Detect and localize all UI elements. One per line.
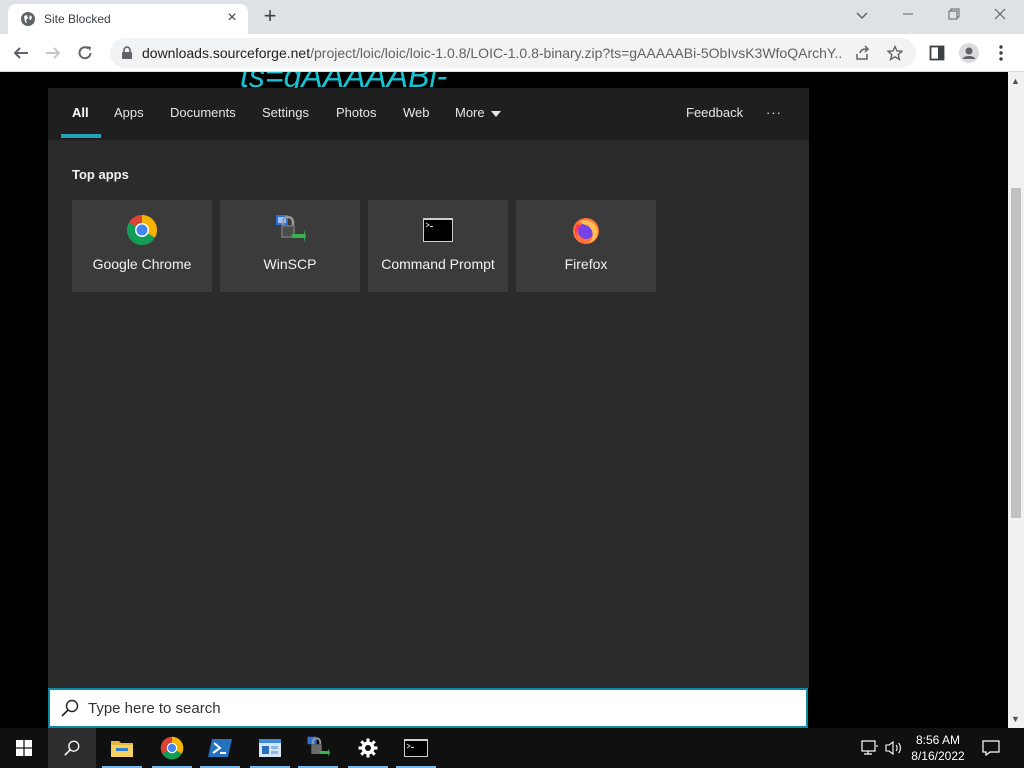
volume-icon: [885, 740, 901, 756]
windows-taskbar: 8:56 AM 8/16/2022: [0, 728, 1024, 768]
firefox-icon: [573, 218, 599, 244]
start-button[interactable]: [0, 728, 48, 768]
taskbar-search-box[interactable]: [48, 688, 808, 728]
taskbar-settings[interactable]: [344, 728, 392, 768]
url-text[interactable]: downloads.sourceforge.net/project/loic/l…: [142, 45, 842, 61]
app-tile-firefox[interactable]: Firefox: [516, 200, 656, 292]
chrome-icon: [160, 736, 184, 760]
tab-photos[interactable]: Photos: [336, 88, 376, 140]
tab-more-label: More: [455, 105, 485, 120]
tab-title: Site Blocked: [44, 12, 111, 26]
tab-apps[interactable]: Apps: [114, 88, 144, 140]
tab-search-button[interactable]: [842, 4, 882, 26]
clock-date: 8/16/2022: [911, 749, 965, 763]
menu-button[interactable]: [988, 40, 1014, 66]
tab-web[interactable]: Web: [403, 88, 430, 140]
app-tile-label: WinSCP: [263, 256, 317, 272]
restore-icon: [948, 8, 960, 20]
app-tile-label: Google Chrome: [92, 256, 192, 272]
network-icon: [861, 740, 878, 755]
arrow-left-icon: [13, 47, 28, 59]
server-manager-icon: [259, 739, 281, 757]
minimize-button[interactable]: [888, 4, 928, 26]
side-panel-icon: [929, 45, 945, 61]
notification-icon: [982, 740, 1000, 756]
star-icon: [887, 45, 903, 61]
taskbar-winscp[interactable]: [294, 728, 342, 768]
gear-icon: [358, 738, 378, 758]
chevron-down-icon: [856, 12, 868, 20]
taskbar-command-prompt[interactable]: [392, 728, 440, 768]
url-path: /project/loic/loic/loic-1.0.8/LOIC-1.0.8…: [310, 45, 842, 61]
scroll-thumb[interactable]: [1011, 188, 1021, 518]
page-scrollbar[interactable]: ▲ ▼: [1008, 72, 1024, 728]
caret-down-icon: [490, 110, 501, 117]
feedback-button[interactable]: Feedback: [686, 88, 743, 140]
taskbar-server-manager[interactable]: [246, 728, 294, 768]
command-prompt-icon: [404, 739, 428, 757]
bookmark-button[interactable]: [884, 42, 906, 64]
taskbar-powershell[interactable]: [196, 728, 244, 768]
lock-icon[interactable]: [120, 46, 134, 60]
active-tab-indicator: [61, 134, 101, 138]
arrow-right-icon: [46, 47, 61, 59]
url-host: downloads.sourceforge.net: [142, 45, 311, 61]
close-tab-icon[interactable]: ×: [224, 10, 240, 27]
tab-all[interactable]: All: [72, 88, 89, 140]
search-icon: [64, 740, 80, 756]
close-window-button[interactable]: [980, 4, 1020, 26]
app-tile-winscp[interactable]: WinSCP: [220, 200, 360, 292]
scroll-up-arrow-icon[interactable]: ▲: [1011, 76, 1020, 86]
search-scope-tabs: All Apps Documents Settings Photos Web M…: [48, 88, 809, 140]
powershell-icon: [208, 739, 232, 757]
browser-tab-strip: Site Blocked × +: [0, 0, 1024, 34]
reload-icon: [78, 46, 92, 60]
app-tile-command-prompt[interactable]: Command Prompt: [368, 200, 508, 292]
forward-button[interactable]: [40, 40, 66, 66]
windows-logo-icon: [16, 740, 32, 756]
close-icon: [994, 8, 1006, 20]
avatar-icon: [959, 43, 979, 63]
scroll-down-arrow-icon[interactable]: ▼: [1011, 714, 1020, 724]
minimize-icon: [903, 13, 913, 15]
profile-button[interactable]: [956, 40, 982, 66]
back-button[interactable]: [8, 40, 34, 66]
share-icon: [856, 45, 870, 60]
tab-more[interactable]: More: [455, 88, 501, 140]
app-tile-label: Firefox: [564, 256, 608, 272]
network-tray-button[interactable]: [858, 728, 882, 768]
browser-toolbar: downloads.sourceforge.net/project/loic/l…: [0, 34, 1024, 72]
side-panel-button[interactable]: [924, 40, 950, 66]
browser-tab[interactable]: Site Blocked ×: [8, 4, 248, 34]
app-tile-label: Command Prompt: [381, 256, 495, 272]
chrome-icon: [126, 215, 158, 246]
globe-icon: [21, 12, 35, 26]
taskbar-chrome[interactable]: [148, 728, 196, 768]
clock-time: 8:56 AM: [915, 733, 961, 747]
folder-icon: [111, 741, 133, 757]
winscp-icon: [276, 215, 306, 242]
search-panel: All Apps Documents Settings Photos Web M…: [48, 88, 809, 688]
kebab-menu-icon: [999, 45, 1003, 61]
more-options-button[interactable]: ···: [766, 88, 782, 140]
restore-button[interactable]: [934, 4, 974, 26]
taskbar-search-button[interactable]: [48, 728, 96, 768]
address-bar[interactable]: downloads.sourceforge.net/project/loic/l…: [110, 38, 916, 68]
app-tile-google-chrome[interactable]: Google Chrome: [72, 200, 212, 292]
tab-documents[interactable]: Documents: [170, 88, 236, 140]
share-button[interactable]: [852, 42, 874, 64]
search-input[interactable]: [88, 699, 768, 717]
search-icon: [61, 699, 79, 717]
reload-button[interactable]: [72, 40, 98, 66]
action-center-button[interactable]: [978, 728, 1004, 768]
taskbar-file-explorer[interactable]: [98, 728, 146, 768]
command-prompt-icon: [423, 218, 453, 242]
new-tab-button[interactable]: +: [258, 5, 282, 30]
top-apps-heading: Top apps: [72, 167, 129, 182]
taskbar-clock[interactable]: 8:56 AM 8/16/2022: [906, 732, 970, 764]
tab-settings[interactable]: Settings: [262, 88, 309, 140]
winscp-icon: [307, 736, 330, 757]
volume-tray-button[interactable]: [882, 728, 906, 768]
